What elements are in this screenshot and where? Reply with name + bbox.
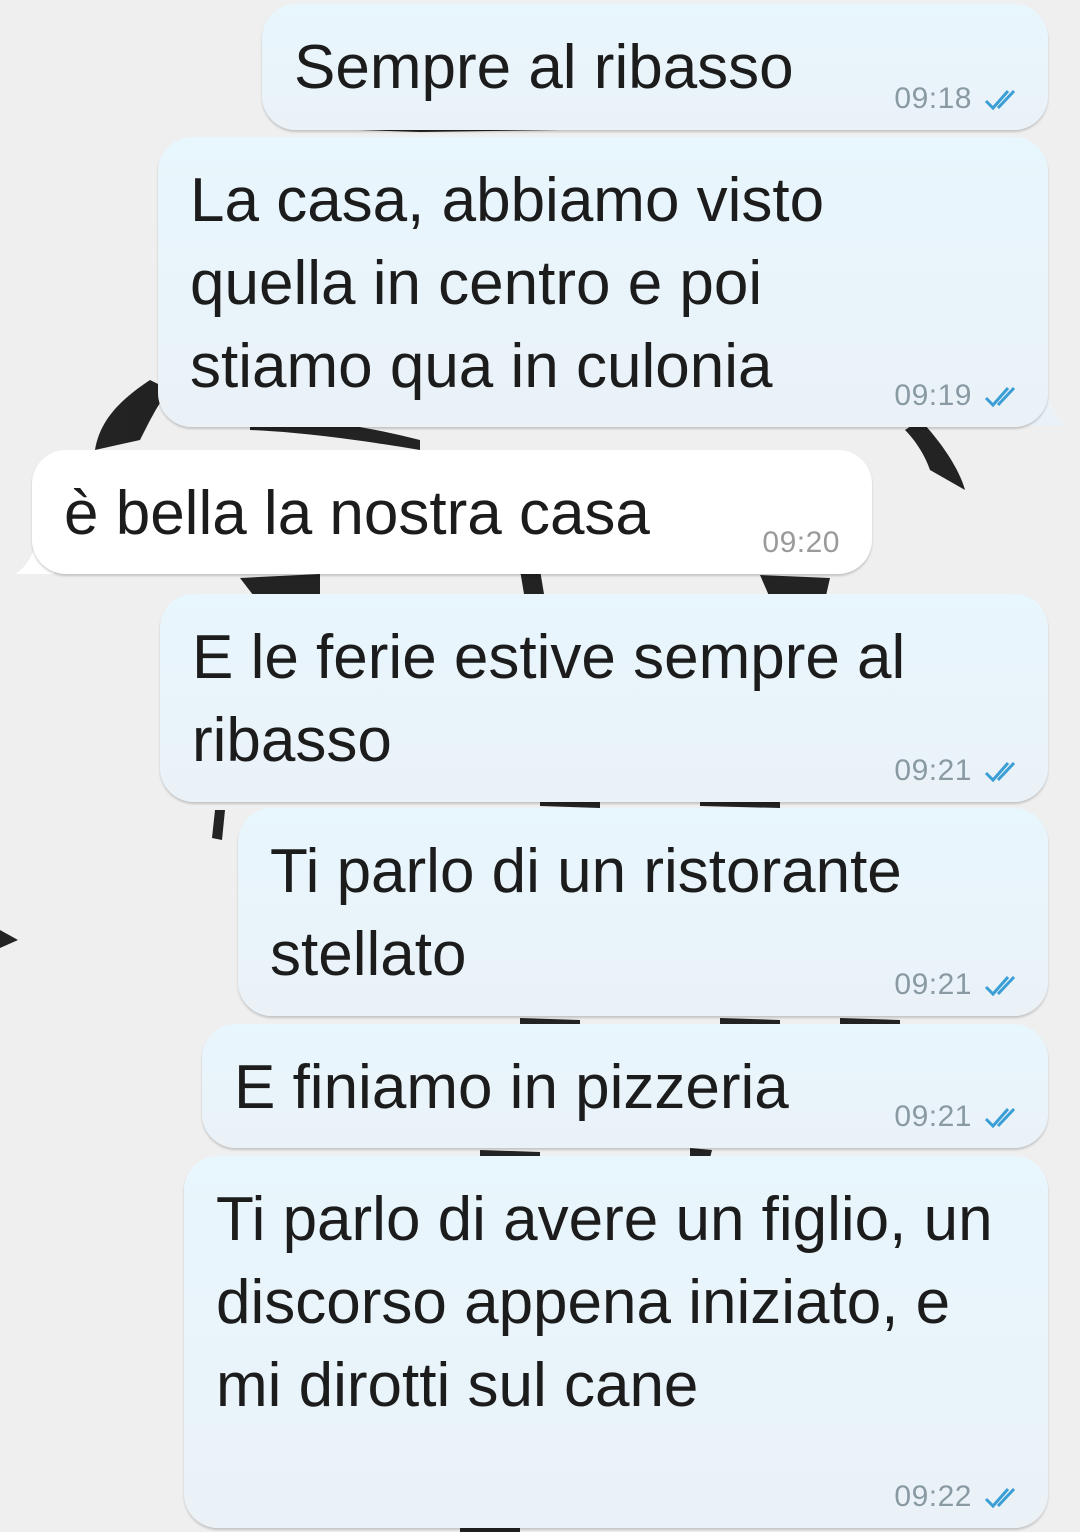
message-outgoing-5[interactable]: E finiamo in pizzeria 09:21 [202, 1024, 1048, 1148]
message-time: 09:18 [894, 82, 972, 115]
message-text: E le ferie estive sempre al ribasso [192, 623, 906, 775]
message-time: 09:21 [894, 1100, 972, 1133]
double-check-icon [984, 761, 1016, 783]
message-time: 09:22 [894, 1480, 972, 1513]
double-check-icon [984, 386, 1016, 408]
message-time: 09:19 [894, 379, 972, 412]
message-meta: 09:20 [762, 526, 840, 560]
message-meta: 09:18 [894, 82, 1026, 116]
double-check-icon [984, 975, 1016, 997]
message-outgoing-4[interactable]: Ti parlo di un ristorante stellato 09:21 [238, 808, 1048, 1016]
message-outgoing-3[interactable]: E le ferie estive sempre al ribasso 09:2… [160, 594, 1048, 802]
message-incoming-1[interactable]: è bella la nostra casa 09:20 [32, 450, 872, 574]
message-text: Ti parlo di avere un figlio, un discorso… [216, 1185, 993, 1420]
double-check-icon [984, 1487, 1016, 1509]
message-text: è bella la nostra casa [64, 479, 650, 548]
double-check-icon [984, 1107, 1016, 1129]
message-outgoing-6[interactable]: Ti parlo di avere un figlio, un discorso… [184, 1156, 1048, 1528]
message-time: 09:21 [894, 968, 972, 1001]
message-meta: 09:19 [894, 379, 1026, 413]
message-text: La casa, abbiamo visto quella in centro … [190, 166, 825, 401]
message-time: 09:20 [762, 526, 840, 559]
message-meta: 09:21 [894, 754, 1026, 788]
message-meta: 09:21 [894, 1100, 1026, 1134]
message-outgoing-2[interactable]: La casa, abbiamo visto quella in centro … [158, 137, 1048, 427]
message-time: 09:21 [894, 754, 972, 787]
message-meta: 09:22 [894, 1480, 1026, 1514]
double-check-icon [984, 89, 1016, 111]
message-meta: 09:21 [894, 968, 1026, 1002]
message-outgoing-1[interactable]: Sempre al ribasso 09:18 [262, 4, 1048, 130]
